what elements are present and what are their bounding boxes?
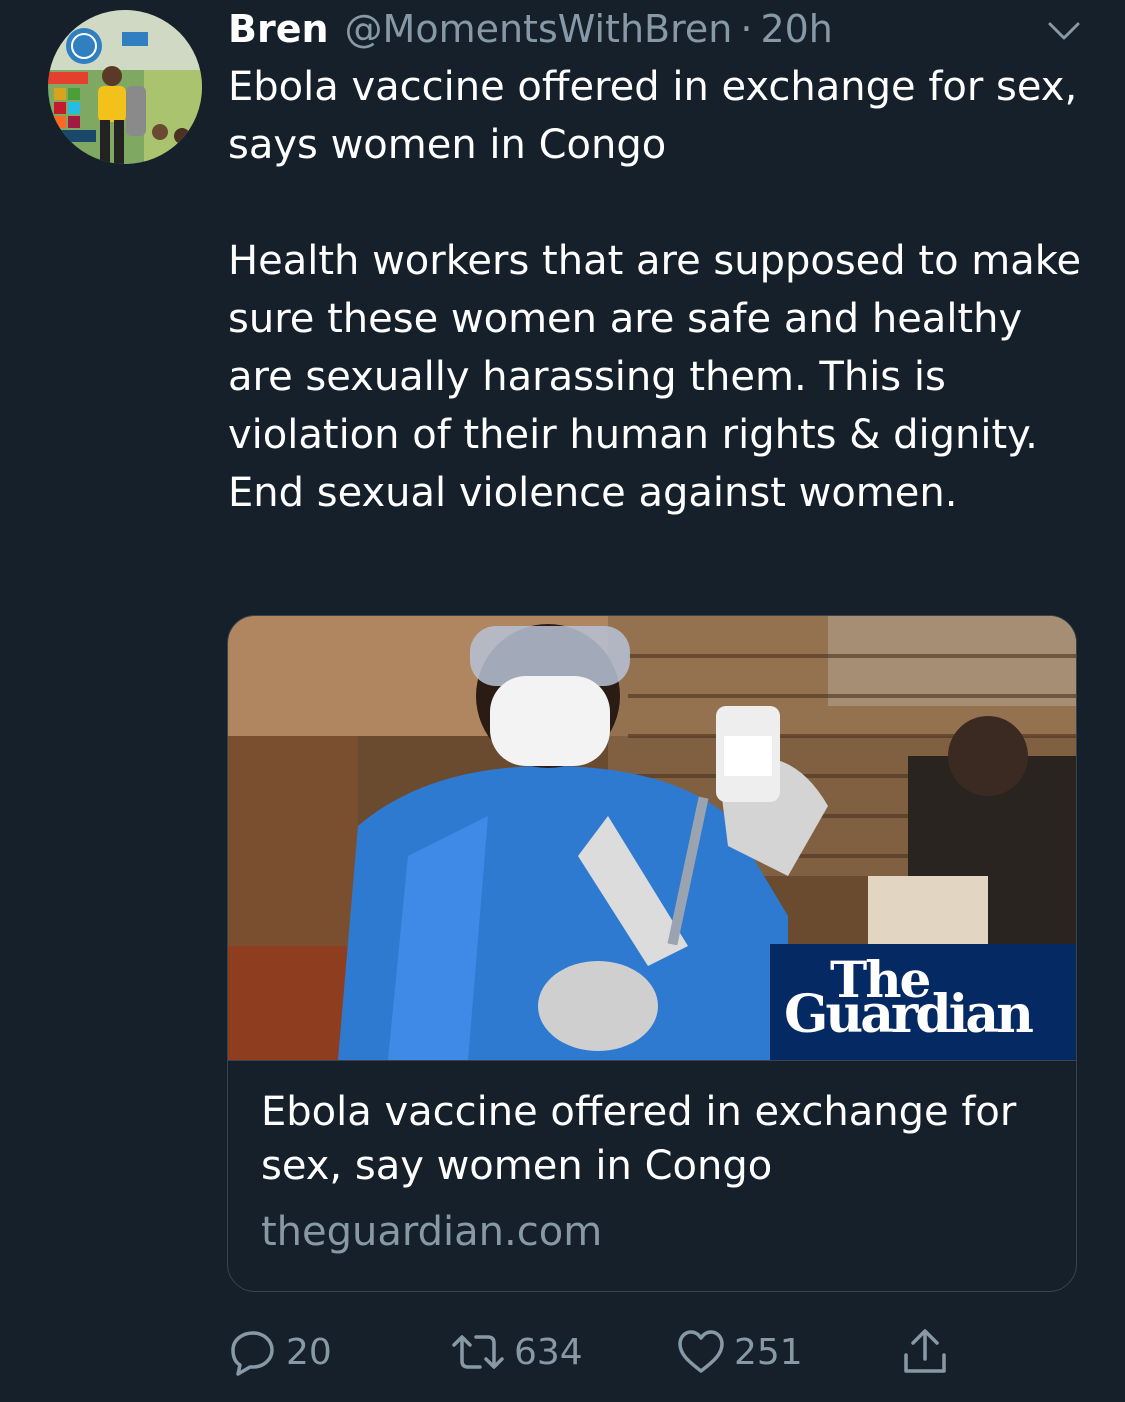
retweet-icon [452, 1335, 504, 1369]
link-card[interactable]: The Guardian Ebola vaccine offered in ex… [227, 615, 1077, 1292]
card-image: The Guardian [228, 616, 1076, 1060]
tweet-text-paragraph: Health workers that are supposed to make… [228, 238, 1082, 516]
action-bar: 20 634 251 [0, 1322, 1125, 1382]
timestamp[interactable]: 20h [760, 4, 832, 54]
reply-button[interactable]: 20 [228, 1322, 332, 1382]
reply-icon [231, 1331, 274, 1376]
like-count: 251 [734, 1331, 803, 1373]
avatar[interactable] [48, 10, 202, 164]
tweet-text-paragraph: Ebola vaccine offered in exchange for se… [228, 64, 1078, 168]
card-meta: Ebola vaccine offered in exchange for se… [228, 1060, 1076, 1291]
tweet[interactable]: Bren @MomentsWithBren · 20h Ebola vaccin… [0, 0, 1125, 1402]
display-name[interactable]: Bren [228, 4, 329, 54]
retweet-count: 634 [514, 1331, 583, 1373]
reply-count: 20 [286, 1331, 332, 1373]
chevron-down-icon[interactable] [1044, 16, 1084, 46]
logo-text-guardian: Guardian [784, 984, 1034, 1045]
card-domain: theguardian.com [261, 1209, 603, 1255]
tweet-text: Ebola vaccine offered in exchange for se… [228, 58, 1088, 522]
share-icon [904, 1329, 946, 1373]
tweet-header: Bren @MomentsWithBren · 20h [228, 4, 833, 54]
retweet-button[interactable]: 634 [450, 1322, 583, 1382]
like-button[interactable]: 251 [676, 1322, 803, 1382]
avatar-image [48, 10, 202, 164]
separator-dot: · [740, 7, 753, 51]
user-handle[interactable]: @MomentsWithBren [345, 4, 733, 54]
heart-icon [678, 1330, 724, 1373]
guardian-logo: The Guardian [770, 944, 1076, 1060]
share-button[interactable] [900, 1322, 950, 1382]
card-title: Ebola vaccine offered in exchange for se… [261, 1089, 1017, 1189]
